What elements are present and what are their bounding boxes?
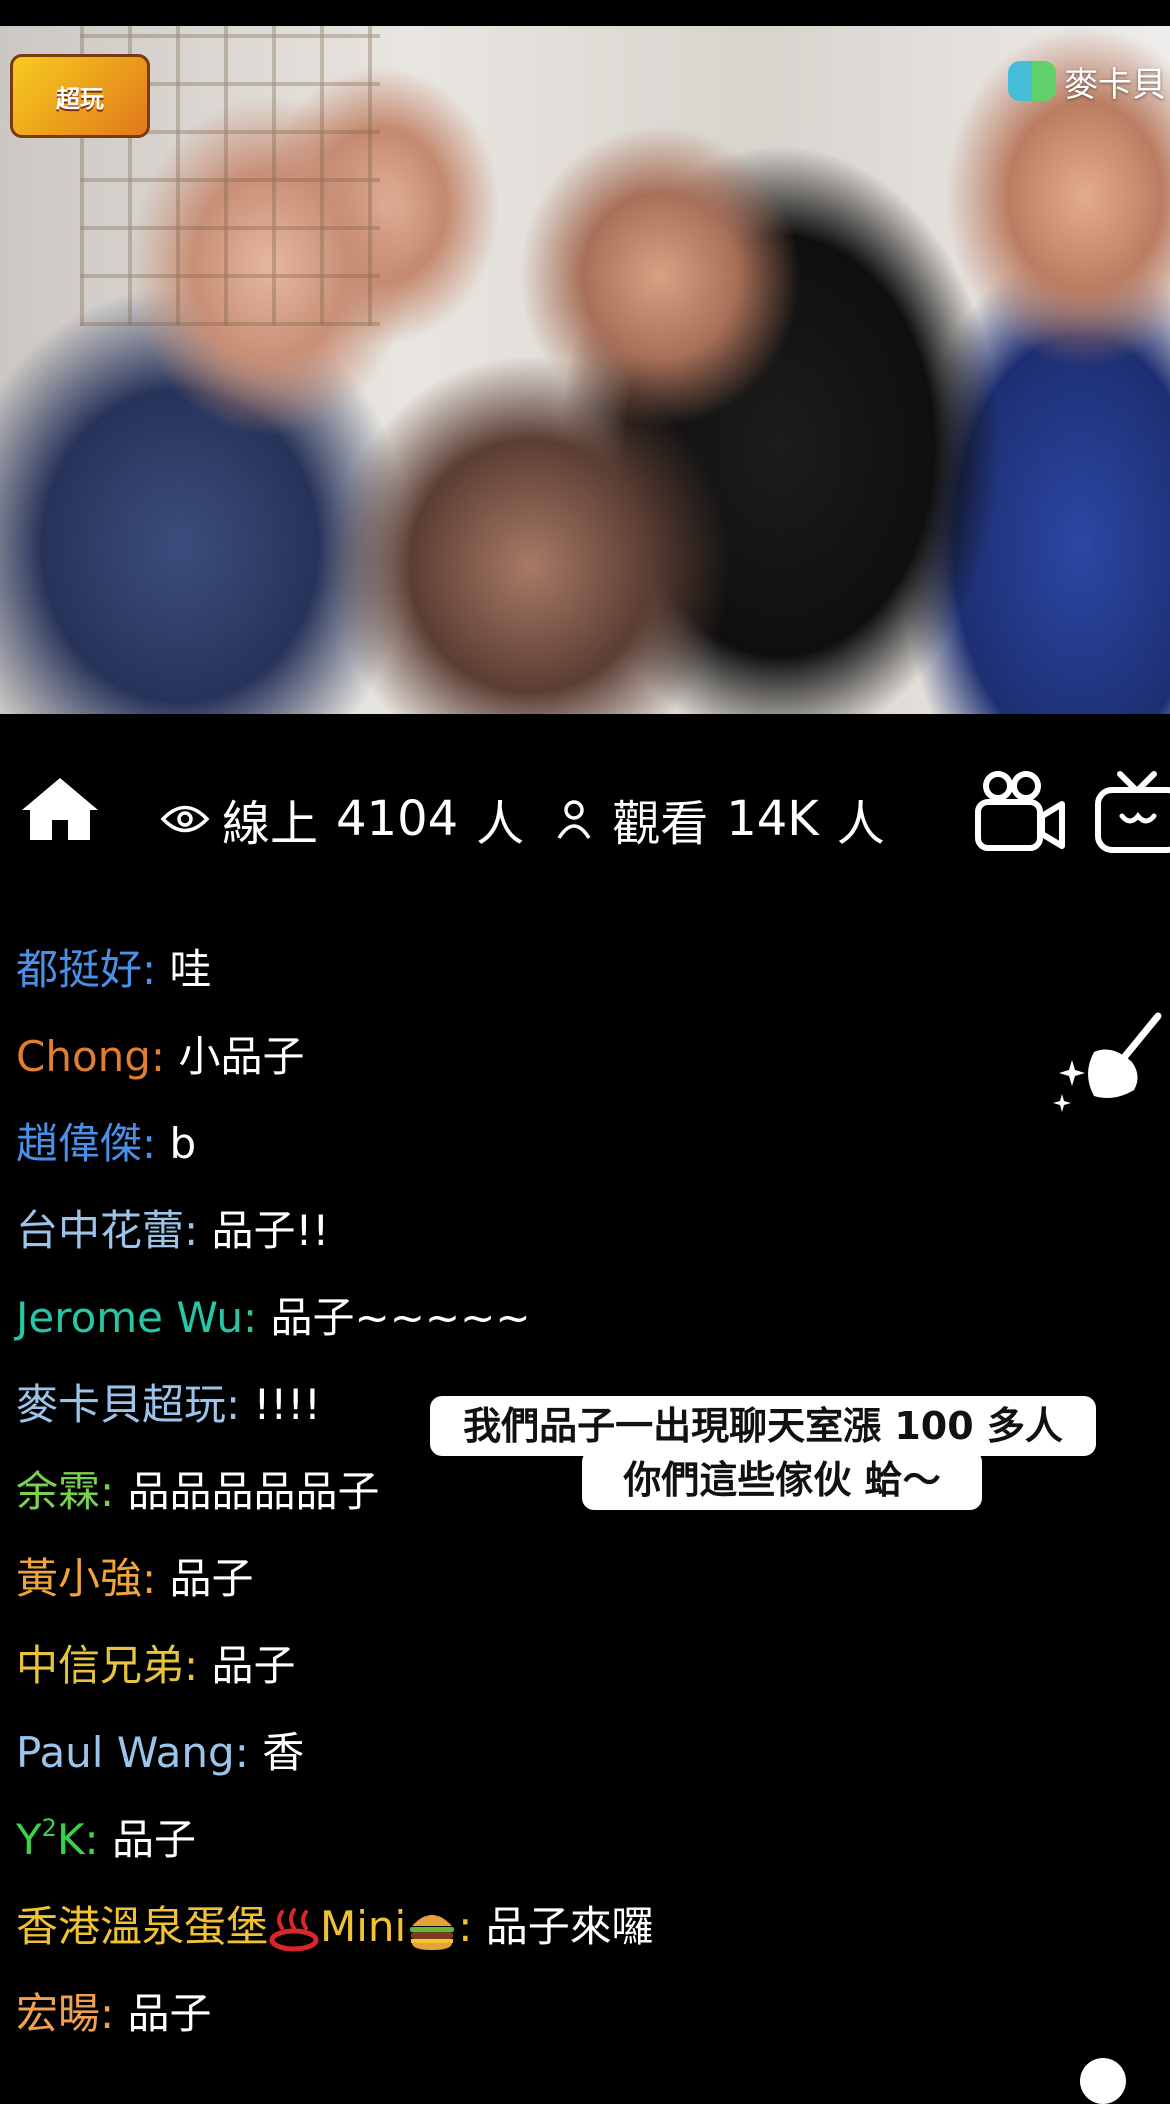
chat-text: b bbox=[169, 1119, 197, 1168]
close-icon[interactable] bbox=[1080, 2058, 1126, 2104]
chat-text: !!!! bbox=[253, 1380, 321, 1429]
chat-username[interactable]: 中信兄弟 bbox=[16, 1641, 184, 1690]
chat-username[interactable]: Y2K bbox=[16, 1815, 84, 1864]
chat-text: 品子 bbox=[211, 1641, 296, 1690]
viewers-count: 14K bbox=[726, 791, 819, 847]
chat-message: 宏暘: 品子 bbox=[16, 1979, 212, 2049]
chat-username[interactable]: Jerome Wu bbox=[16, 1293, 243, 1342]
chat-separator: : bbox=[142, 945, 170, 994]
chat-username[interactable]: 趙偉傑 bbox=[16, 1119, 142, 1168]
chat-separator: : bbox=[184, 1206, 212, 1255]
chat-message: Jerome Wu: 品子~~~~~ bbox=[16, 1283, 531, 1353]
caption-line-2: 你們這些傢伙 蛤～ bbox=[582, 1450, 982, 1510]
chat-message: 黃小強: 品子 bbox=[16, 1544, 254, 1614]
online-count: 4104 bbox=[336, 791, 459, 847]
chat-text: 品子~~~~~ bbox=[270, 1293, 531, 1342]
chat-separator: : bbox=[226, 1380, 254, 1429]
caption-line-1: 我們品子一出現聊天室漲 100 多人 bbox=[430, 1396, 1096, 1456]
chat-message: Paul Wang: 香 bbox=[16, 1718, 304, 1788]
chat-username[interactable]: Paul Wang bbox=[16, 1728, 235, 1777]
viewers-label: 觀看 bbox=[612, 796, 709, 852]
chat-text: 品子 bbox=[169, 1554, 254, 1603]
eye-icon bbox=[160, 805, 210, 833]
chat-message: Chong: 小品子 bbox=[16, 1022, 304, 1092]
tv-icon[interactable] bbox=[1092, 764, 1170, 854]
viewer-stats: 線上 4104 人 觀看 14K 人 bbox=[160, 784, 885, 854]
chat-username[interactable]: 余霖 bbox=[16, 1467, 100, 1516]
chat-text: 哇 bbox=[169, 945, 212, 994]
chat-text: 香 bbox=[262, 1728, 305, 1777]
live-video-player[interactable]: 超玩 麥卡貝 bbox=[0, 26, 1170, 714]
chat-separator: : bbox=[234, 1728, 263, 1777]
chat-text: 品品品品品子 bbox=[127, 1467, 380, 1516]
chat-separator: : bbox=[150, 1032, 179, 1081]
chat-username[interactable]: 宏暘 bbox=[16, 1989, 100, 2038]
top-status-strip bbox=[0, 0, 1170, 26]
chat-username[interactable]: 台中花蕾 bbox=[16, 1206, 184, 1255]
chat-text: 小品子 bbox=[178, 1032, 305, 1081]
chat-separator: : bbox=[142, 1554, 170, 1603]
chat-separator: : bbox=[142, 1119, 170, 1168]
chat-message: 余霖: 品品品品品子 bbox=[16, 1457, 380, 1527]
chat-separator: : bbox=[100, 1467, 128, 1516]
chat-username[interactable]: Chong bbox=[16, 1032, 151, 1081]
chat-message: 台中花蕾: 品子!! bbox=[16, 1196, 329, 1266]
chat-username[interactable]: 都挺好 bbox=[16, 945, 142, 994]
home-icon[interactable] bbox=[18, 774, 102, 844]
live-info-bar: 線上 4104 人 觀看 14K 人 bbox=[0, 754, 1170, 864]
video-camera-icon[interactable] bbox=[972, 768, 1068, 854]
show-logo: 超玩 bbox=[10, 54, 150, 138]
online-unit: 人 bbox=[476, 796, 525, 852]
channel-logo: 麥卡貝 bbox=[996, 56, 1170, 106]
chat-text: 品子 bbox=[112, 1815, 197, 1864]
viewers-unit: 人 bbox=[836, 796, 885, 852]
chat-message: Y2K: 品子 bbox=[16, 1805, 196, 1875]
chat-separator: : bbox=[184, 1641, 212, 1690]
chat-separator: : bbox=[458, 1902, 486, 1951]
chat-text: 品子 bbox=[127, 1989, 212, 2038]
chat-text: 品子!! bbox=[211, 1206, 330, 1255]
chat-separator: : bbox=[243, 1293, 271, 1342]
broom-sparkle-icon[interactable] bbox=[1050, 1010, 1170, 1116]
hot-springs-emoji-icon bbox=[269, 1907, 319, 1951]
chat-username[interactable]: 黃小強 bbox=[16, 1554, 142, 1603]
online-label: 線上 bbox=[222, 796, 319, 852]
chat-message: 中信兄弟: 品子 bbox=[16, 1631, 296, 1701]
chat-separator: : bbox=[84, 1815, 112, 1864]
chat-message: 趙偉傑: b bbox=[16, 1109, 196, 1179]
channel-logo-mark bbox=[1008, 61, 1056, 101]
chat-text: 品子來囉 bbox=[485, 1902, 654, 1951]
chat-separator: : bbox=[100, 1989, 128, 2038]
burger-emoji-icon bbox=[410, 1914, 455, 1950]
chat-message: 香港溫泉蛋堡 Mini : 品子來囉 bbox=[16, 1892, 654, 1962]
person-icon bbox=[557, 800, 591, 839]
chat-username[interactable]: 香港溫泉蛋堡 Mini bbox=[16, 1902, 458, 1951]
channel-logo-text: 麥卡貝 bbox=[1064, 64, 1166, 105]
chat-message: 都挺好: 哇 bbox=[16, 935, 212, 1005]
chat-username[interactable]: 麥卡貝超玩 bbox=[16, 1380, 226, 1429]
chat-message: 麥卡貝超玩: !!!! bbox=[16, 1370, 321, 1440]
